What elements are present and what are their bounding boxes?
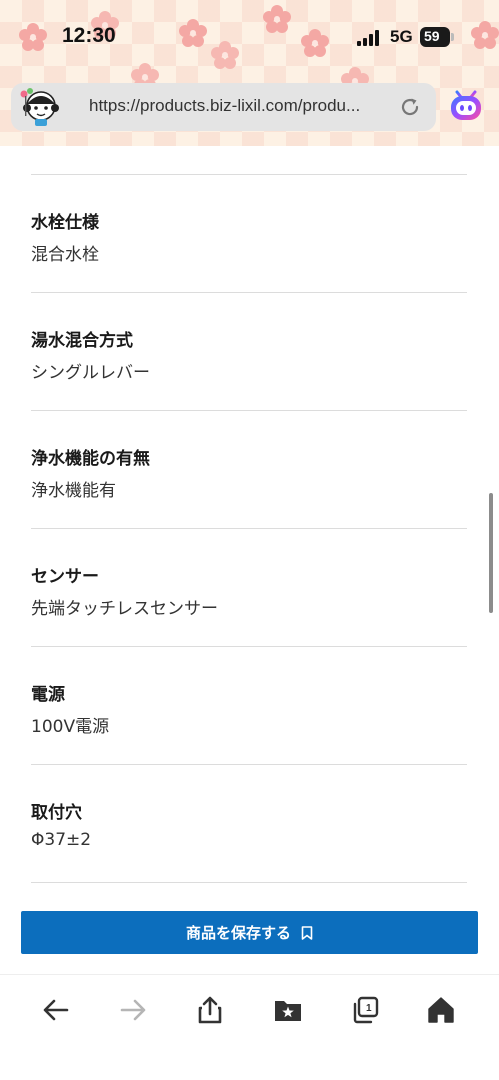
status-and-address-area: 12:30 5G 59 https://products.biz-lixil.c… bbox=[0, 0, 499, 146]
blossom-decoration bbox=[301, 29, 329, 57]
share-icon bbox=[198, 996, 222, 1023]
reload-icon[interactable] bbox=[399, 96, 421, 118]
spec-item: 湯水混合方式 シングルレバー bbox=[31, 293, 467, 410]
spec-value: 100V電源 bbox=[31, 717, 110, 737]
spec-label: センサー bbox=[31, 567, 99, 587]
spec-value: 先端タッチレスセンサー bbox=[31, 599, 218, 619]
divider bbox=[31, 882, 467, 883]
spec-spacer bbox=[31, 146, 467, 174]
home-button[interactable] bbox=[421, 993, 461, 1029]
browser-toolbar: 1 bbox=[0, 974, 499, 1080]
blossom-decoration bbox=[263, 5, 291, 33]
site-mascot-icon[interactable] bbox=[19, 86, 63, 128]
back-arrow-icon bbox=[43, 999, 69, 1020]
bookmarks-folder-icon bbox=[275, 1000, 301, 1021]
back-button[interactable] bbox=[36, 993, 76, 1029]
spec-label: 湯水混合方式 bbox=[31, 331, 133, 351]
share-button[interactable] bbox=[190, 993, 230, 1029]
spec-list: 水栓仕様 混合水栓 湯水混合方式 シングルレバー 浄水機能の有無 浄水機能有 セ… bbox=[31, 146, 467, 883]
tabs-button[interactable]: 1 bbox=[345, 993, 385, 1029]
blossom-decoration bbox=[211, 41, 239, 69]
signal-icon bbox=[357, 30, 379, 46]
save-product-label: 商品を保存する bbox=[185, 924, 291, 942]
spec-value: Φ37±2 bbox=[31, 830, 92, 850]
battery-icon: 59 bbox=[420, 27, 454, 47]
blossom-decoration bbox=[471, 21, 499, 49]
spec-item: センサー 先端タッチレスセンサー bbox=[31, 529, 467, 646]
spec-label: 水栓仕様 bbox=[31, 213, 99, 233]
spec-value: シングルレバー bbox=[31, 363, 150, 383]
tab-count: 1 bbox=[366, 1003, 372, 1014]
bookmarks-button[interactable] bbox=[268, 993, 308, 1029]
status-time: 12:30 bbox=[62, 24, 116, 47]
forward-arrow-icon bbox=[120, 999, 146, 1020]
spec-value: 浄水機能有 bbox=[31, 481, 116, 501]
home-icon bbox=[428, 996, 454, 1023]
scrollbar[interactable] bbox=[489, 493, 493, 613]
spec-label: 浄水機能の有無 bbox=[31, 449, 150, 469]
spec-value: 混合水栓 bbox=[31, 245, 99, 265]
spec-item: 電源 100V電源 bbox=[31, 647, 467, 764]
spec-item: 水栓仕様 混合水栓 bbox=[31, 175, 467, 292]
save-product-button[interactable]: 商品を保存する bbox=[21, 911, 478, 954]
blossom-decoration bbox=[19, 23, 47, 51]
blossom-decoration bbox=[179, 19, 207, 47]
ai-assistant-icon[interactable] bbox=[448, 87, 484, 123]
network-type: 5G bbox=[390, 27, 413, 46]
spec-item: 浄水機能の有無 浄水機能有 bbox=[31, 411, 467, 528]
forward-button[interactable] bbox=[113, 993, 153, 1029]
bookmark-icon bbox=[301, 925, 313, 940]
spec-label: 電源 bbox=[31, 685, 65, 705]
url-text[interactable]: https://products.biz-lixil.com/produ... bbox=[89, 96, 391, 116]
spec-item: 取付穴 Φ37±2 bbox=[31, 765, 467, 882]
battery-level: 59 bbox=[424, 28, 440, 44]
address-bar[interactable]: https://products.biz-lixil.com/produ... bbox=[11, 83, 436, 131]
tabs-icon bbox=[353, 996, 379, 1023]
spec-label: 取付穴 bbox=[31, 803, 82, 823]
